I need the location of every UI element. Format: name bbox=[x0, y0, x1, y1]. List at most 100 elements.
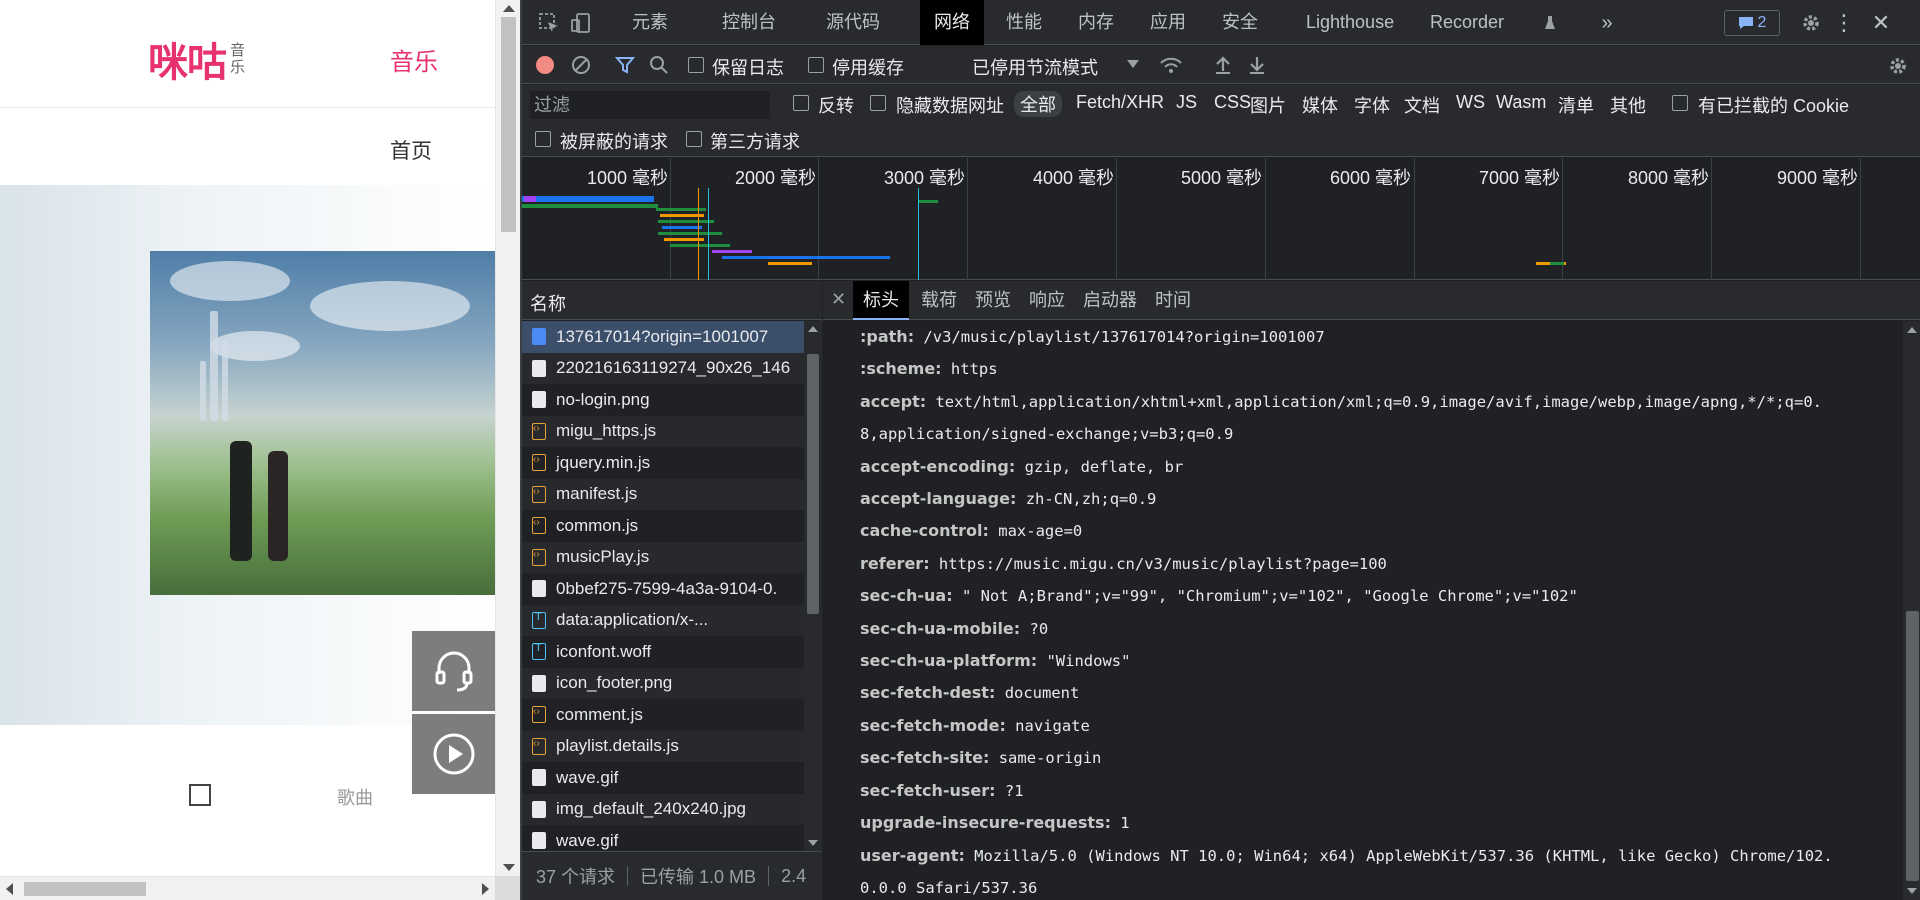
scroll-thumb[interactable] bbox=[807, 354, 819, 614]
header-key: sec-ch-ua-mobile: bbox=[860, 618, 1021, 638]
page-horizontal-scrollbar[interactable] bbox=[0, 876, 495, 900]
scroll-thumb[interactable] bbox=[501, 17, 516, 232]
scroll-left-arrow[interactable] bbox=[6, 883, 13, 895]
hide-data-urls-checkbox[interactable] bbox=[870, 95, 886, 111]
close-detail-icon[interactable]: ✕ bbox=[831, 289, 846, 310]
tab-timing[interactable]: 时间 bbox=[1145, 281, 1201, 320]
scroll-up-arrow[interactable] bbox=[503, 5, 515, 12]
device-toolbar-icon[interactable] bbox=[568, 10, 594, 36]
request-row[interactable]: img_default_240x240.jpg bbox=[522, 793, 804, 825]
tab-sources[interactable]: 源代码 bbox=[818, 0, 888, 45]
close-devtools-icon[interactable]: ✕ bbox=[1868, 10, 1894, 36]
tab-headers[interactable]: 标头 bbox=[853, 281, 909, 320]
request-row[interactable]: wave.gif bbox=[522, 762, 804, 794]
request-row[interactable]: icon_footer.png bbox=[522, 667, 804, 699]
scroll-thumb[interactable] bbox=[24, 882, 146, 896]
chevron-down-icon[interactable] bbox=[1126, 58, 1140, 72]
network-overview-timeline[interactable]: 1000 毫秒 2000 毫秒 3000 毫秒 4000 毫秒 5000 毫秒 … bbox=[522, 158, 1920, 280]
filter-type-css[interactable]: CSS bbox=[1214, 92, 1251, 113]
request-name: migu_https.js bbox=[556, 421, 657, 441]
nav-home-link[interactable]: 首页 bbox=[390, 135, 432, 165]
play-button[interactable] bbox=[412, 714, 495, 794]
filter-type-ws[interactable]: WS bbox=[1456, 92, 1485, 113]
tab-memory[interactable]: 内存 bbox=[1070, 0, 1122, 45]
request-row[interactable]: jquery.min.js bbox=[522, 447, 804, 479]
filter-input[interactable] bbox=[530, 91, 770, 119]
nav-music-link[interactable]: 音乐 bbox=[390, 42, 438, 77]
import-har-icon[interactable] bbox=[1212, 54, 1234, 76]
customer-service-button[interactable] bbox=[412, 631, 495, 711]
request-row[interactable]: manifest.js bbox=[522, 478, 804, 510]
tab-network[interactable]: 网络 bbox=[920, 0, 984, 45]
requests-list[interactable]: 137617014?origin=1001007 220216163119274_… bbox=[522, 321, 804, 851]
scroll-up-arrow[interactable] bbox=[808, 326, 818, 332]
invert-checkbox[interactable] bbox=[793, 95, 809, 111]
request-row[interactable]: musicPlay.js bbox=[522, 541, 804, 573]
inspect-element-icon[interactable] bbox=[536, 10, 562, 36]
request-row[interactable]: 220216163119274_90x26_146 bbox=[522, 352, 804, 384]
request-row[interactable]: playlist.details.js bbox=[522, 730, 804, 762]
tab-recorder[interactable]: Recorder bbox=[1422, 0, 1512, 45]
settings-gear-icon[interactable] bbox=[1798, 10, 1824, 36]
filter-type-other[interactable]: 其他 bbox=[1610, 92, 1646, 118]
filter-type-fetch-xhr[interactable]: Fetch/XHR bbox=[1076, 92, 1164, 113]
disable-cache-checkbox[interactable] bbox=[808, 57, 824, 73]
waterfall-bar bbox=[722, 256, 822, 259]
request-row[interactable]: iconfont.woff bbox=[522, 636, 804, 668]
tab-response[interactable]: 响应 bbox=[1019, 281, 1075, 320]
filter-type-images[interactable]: 图片 bbox=[1250, 92, 1286, 118]
tab-application[interactable]: 应用 bbox=[1142, 0, 1194, 45]
request-row[interactable]: 137617014?origin=1001007 bbox=[522, 321, 804, 353]
scroll-down-arrow[interactable] bbox=[1907, 888, 1917, 894]
requests-scrollbar[interactable] bbox=[804, 321, 822, 851]
tab-lighthouse[interactable]: Lighthouse bbox=[1298, 0, 1402, 45]
filter-type-docs[interactable]: 文档 bbox=[1404, 92, 1440, 118]
tab-console[interactable]: 控制台 bbox=[714, 0, 784, 45]
migu-logo[interactable]: 咪咕 音 乐 bbox=[148, 30, 245, 88]
tab-payload[interactable]: 载荷 bbox=[911, 281, 967, 320]
name-column-header[interactable]: 名称 bbox=[522, 281, 822, 320]
tab-elements[interactable]: 元素 bbox=[624, 0, 676, 45]
more-tabs-icon[interactable]: » bbox=[1594, 10, 1620, 36]
kebab-menu-icon[interactable]: ⋮ bbox=[1833, 10, 1855, 36]
scroll-thumb[interactable] bbox=[1906, 611, 1919, 881]
search-icon[interactable] bbox=[648, 54, 670, 76]
page-vertical-scrollbar[interactable] bbox=[495, 0, 520, 876]
scroll-down-arrow[interactable] bbox=[503, 864, 515, 871]
tab-initiator[interactable]: 启动器 bbox=[1073, 281, 1147, 320]
record-icon[interactable] bbox=[534, 54, 556, 76]
scroll-right-arrow[interactable] bbox=[482, 883, 489, 895]
filter-type-wasm[interactable]: Wasm bbox=[1496, 92, 1546, 113]
export-har-icon[interactable] bbox=[1246, 54, 1268, 76]
filter-type-js[interactable]: JS bbox=[1176, 92, 1197, 113]
tab-performance[interactable]: 性能 bbox=[998, 0, 1050, 45]
request-row[interactable]: wave.gif bbox=[522, 825, 804, 851]
clear-icon[interactable] bbox=[570, 54, 592, 76]
request-row[interactable]: common.js bbox=[522, 510, 804, 542]
scroll-up-arrow[interactable] bbox=[1907, 327, 1917, 333]
tab-preview[interactable]: 预览 bbox=[965, 281, 1021, 320]
scroll-down-arrow[interactable] bbox=[808, 840, 818, 846]
request-row[interactable]: migu_https.js bbox=[522, 415, 804, 447]
issues-badge[interactable]: 2 bbox=[1724, 10, 1780, 36]
filter-type-fonts[interactable]: 字体 bbox=[1354, 92, 1390, 118]
blocked-cookies-checkbox[interactable] bbox=[1672, 95, 1688, 111]
playlist-cover-image[interactable] bbox=[150, 251, 495, 595]
request-row[interactable]: 0bbef275-7599-4a3a-9104-0. bbox=[522, 573, 804, 605]
network-settings-gear-icon[interactable] bbox=[1886, 54, 1910, 78]
preserve-log-checkbox[interactable] bbox=[688, 57, 704, 73]
select-all-checkbox[interactable] bbox=[189, 784, 211, 806]
filter-icon[interactable] bbox=[614, 54, 636, 76]
third-party-checkbox[interactable] bbox=[686, 131, 702, 147]
request-row[interactable]: no-login.png bbox=[522, 384, 804, 416]
blocked-requests-checkbox[interactable] bbox=[535, 131, 551, 147]
filter-type-all[interactable]: 全部 bbox=[1014, 91, 1062, 117]
filter-type-media[interactable]: 媒体 bbox=[1302, 92, 1338, 118]
headers-scrollbar[interactable] bbox=[1903, 321, 1920, 900]
request-row[interactable]: data:application/x-... bbox=[522, 604, 804, 636]
throttling-select[interactable]: 已停用节流模式 bbox=[972, 54, 1098, 80]
network-conditions-icon[interactable] bbox=[1158, 53, 1184, 77]
filter-type-manifest[interactable]: 清单 bbox=[1558, 92, 1594, 118]
tab-security[interactable]: 安全 bbox=[1214, 0, 1266, 45]
request-row[interactable]: comment.js bbox=[522, 699, 804, 731]
